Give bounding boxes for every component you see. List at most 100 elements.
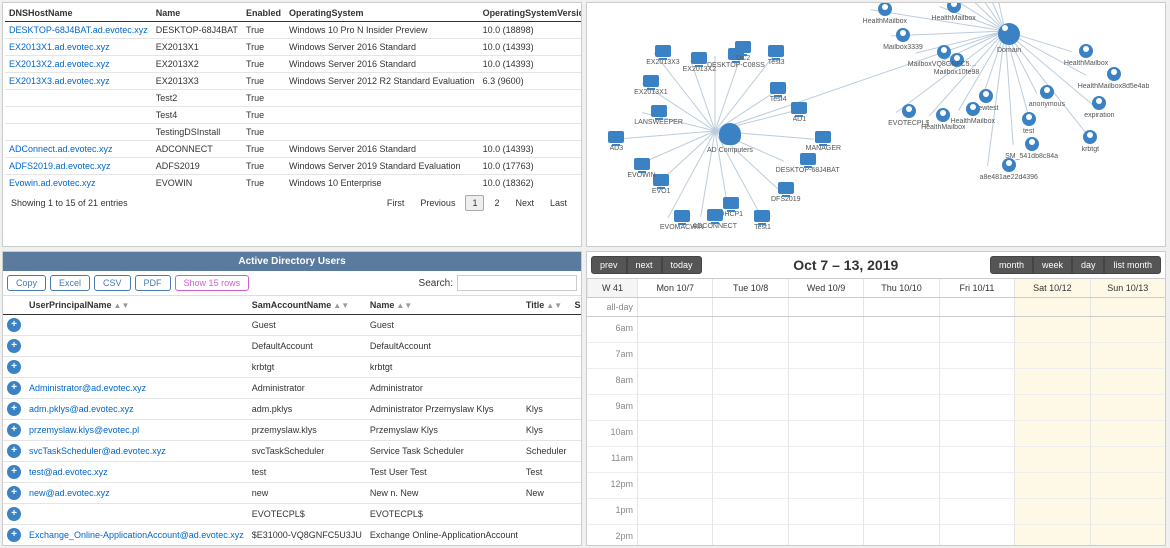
expand-icon[interactable]: + [7, 486, 21, 500]
table-row[interactable]: EX2013X1.ad.evotec.xyzEX2013X1TrueWindow… [5, 39, 582, 56]
pager-first[interactable]: First [381, 196, 411, 210]
expand-icon[interactable]: + [7, 339, 21, 353]
time-slot[interactable] [1090, 473, 1165, 499]
network-node[interactable]: krbtgt [1082, 130, 1100, 153]
time-slot[interactable] [637, 525, 712, 545]
col-Surname[interactable]: Surname▲▼ [570, 296, 581, 315]
time-slot[interactable] [863, 499, 938, 525]
allday-slot[interactable] [939, 298, 1014, 316]
table-row[interactable]: +przemyslaw.klys@evotec.plprzemyslaw.kly… [3, 420, 581, 441]
network-node[interactable]: a8e481ae22d4396 [980, 158, 1038, 181]
allday-slot[interactable] [712, 298, 787, 316]
time-slot[interactable] [712, 473, 787, 499]
time-slot[interactable] [939, 525, 1014, 545]
pager-prev[interactable]: Previous [414, 196, 461, 210]
time-slot[interactable] [1090, 499, 1165, 525]
time-slot[interactable] [939, 473, 1014, 499]
cal-view-month[interactable]: month [990, 256, 1033, 274]
time-slot[interactable] [863, 343, 938, 369]
network-node[interactable]: test [1022, 112, 1036, 135]
pdf-button[interactable]: PDF [135, 275, 171, 291]
time-slot[interactable] [712, 421, 787, 447]
time-slot[interactable] [788, 317, 863, 343]
time-slot[interactable] [637, 447, 712, 473]
expand-icon[interactable]: + [7, 507, 21, 521]
time-slot[interactable] [1090, 343, 1165, 369]
time-slot[interactable] [637, 499, 712, 525]
time-slot[interactable] [637, 343, 712, 369]
table-row[interactable]: TestingDSInstallTrue01.10.2018 13:38:49 [5, 124, 582, 141]
table-row[interactable]: DESKTOP-68J4BAT.ad.evotec.xyzDESKTOP-68J… [5, 22, 582, 39]
network-node[interactable]: AD3 [608, 131, 624, 152]
network-node[interactable]: HealthMailbox8d5e4ab [1078, 67, 1150, 90]
col-Title[interactable]: Title▲▼ [522, 296, 571, 315]
time-slot[interactable] [939, 499, 1014, 525]
col-OperatingSystem[interactable]: OperatingSystem [285, 5, 479, 22]
network-node[interactable]: anonymous [1029, 85, 1065, 108]
table-row[interactable]: ADFS2019.ad.evotec.xyzADFS2019TrueWindow… [5, 158, 582, 175]
expand-icon[interactable]: + [7, 318, 21, 332]
time-slot[interactable] [712, 525, 787, 545]
time-slot[interactable] [1014, 499, 1089, 525]
time-slot[interactable] [939, 317, 1014, 343]
day-header[interactable]: Thu 10/10 [863, 279, 938, 297]
time-slot[interactable] [1090, 447, 1165, 473]
copy-button[interactable]: Copy [7, 275, 46, 291]
pager-2[interactable]: 2 [488, 196, 505, 210]
cal-next[interactable]: next [627, 256, 662, 274]
table-row[interactable]: +adm.pklys@ad.evotec.xyzadm.pklysAdminis… [3, 399, 581, 420]
day-header[interactable]: Sun 10/13 [1090, 279, 1165, 297]
network-node[interactable]: HealthMailbox [931, 2, 975, 22]
time-slot[interactable] [863, 395, 938, 421]
table-row[interactable]: EX2013X2.ad.evotec.xyzEX2013X2TrueWindow… [5, 56, 582, 73]
cal-prev[interactable]: prev [591, 256, 627, 274]
expand-icon[interactable]: + [7, 444, 21, 458]
time-slot[interactable] [1090, 317, 1165, 343]
network-node[interactable]: HealthMailbox [863, 2, 907, 25]
col-UserPrincipalName[interactable]: UserPrincipalName▲▼ [25, 296, 248, 315]
time-slot[interactable] [637, 317, 712, 343]
network-node[interactable]: LANSWEEPER [634, 105, 683, 126]
time-slot[interactable] [637, 421, 712, 447]
cal-view-week[interactable]: week [1033, 256, 1072, 274]
time-slot[interactable] [788, 421, 863, 447]
col-SamAccountName[interactable]: SamAccountName▲▼ [248, 296, 366, 315]
time-slot[interactable] [788, 525, 863, 545]
time-slot[interactable] [1014, 369, 1089, 395]
time-slot[interactable] [788, 447, 863, 473]
network-node[interactable]: MANAGER [806, 131, 841, 152]
table-row[interactable]: +test@ad.evotec.xyztestTest User TestTes… [3, 462, 581, 483]
day-header[interactable]: Wed 10/9 [788, 279, 863, 297]
table-row[interactable]: Evowin.ad.evotec.xyzEVOWINTrueWindows 10… [5, 175, 582, 192]
time-slot[interactable] [939, 421, 1014, 447]
table-row[interactable]: ADConnect.ad.evotec.xyzADCONNECTTrueWind… [5, 141, 582, 158]
table-row[interactable]: +Administrator@ad.evotec.xyzAdministrato… [3, 378, 581, 399]
time-slot[interactable] [1014, 343, 1089, 369]
time-slot[interactable] [1014, 421, 1089, 447]
expand-icon[interactable]: + [7, 423, 21, 437]
time-slot[interactable] [863, 473, 938, 499]
time-slot[interactable] [712, 395, 787, 421]
time-slot[interactable] [1014, 317, 1089, 343]
network-node[interactable]: Test4 [770, 82, 787, 103]
time-slot[interactable] [788, 473, 863, 499]
network-node[interactable]: EX2013X3 [646, 45, 679, 66]
day-header[interactable]: Tue 10/8 [712, 279, 787, 297]
allday-slot[interactable] [637, 298, 712, 316]
network-node[interactable]: EVOMACWIN [660, 210, 704, 231]
network-node[interactable]: AD Computers [707, 123, 753, 154]
time-slot[interactable] [788, 343, 863, 369]
network-node[interactable]: EVOTECPL$ [888, 104, 929, 127]
col-DNSHostName[interactable]: DNSHostName [5, 5, 152, 22]
col-OperatingSystemVersion[interactable]: OperatingSystemVersion [479, 5, 582, 22]
time-slot[interactable] [637, 369, 712, 395]
table-row[interactable]: +GuestGuestTrue20.05.2018 09:55:29 [3, 315, 581, 336]
col-Name[interactable]: Name▲▼ [366, 296, 522, 315]
time-slot[interactable] [1014, 395, 1089, 421]
table-row[interactable]: Test4True15.09.2018 12:47:16 [5, 107, 582, 124]
expand-icon[interactable]: + [7, 465, 21, 479]
pager-1[interactable]: 1 [465, 195, 484, 211]
cal-view-list[interactable]: list month [1104, 256, 1161, 274]
allday-slot[interactable] [863, 298, 938, 316]
csv-button[interactable]: CSV [94, 275, 131, 291]
